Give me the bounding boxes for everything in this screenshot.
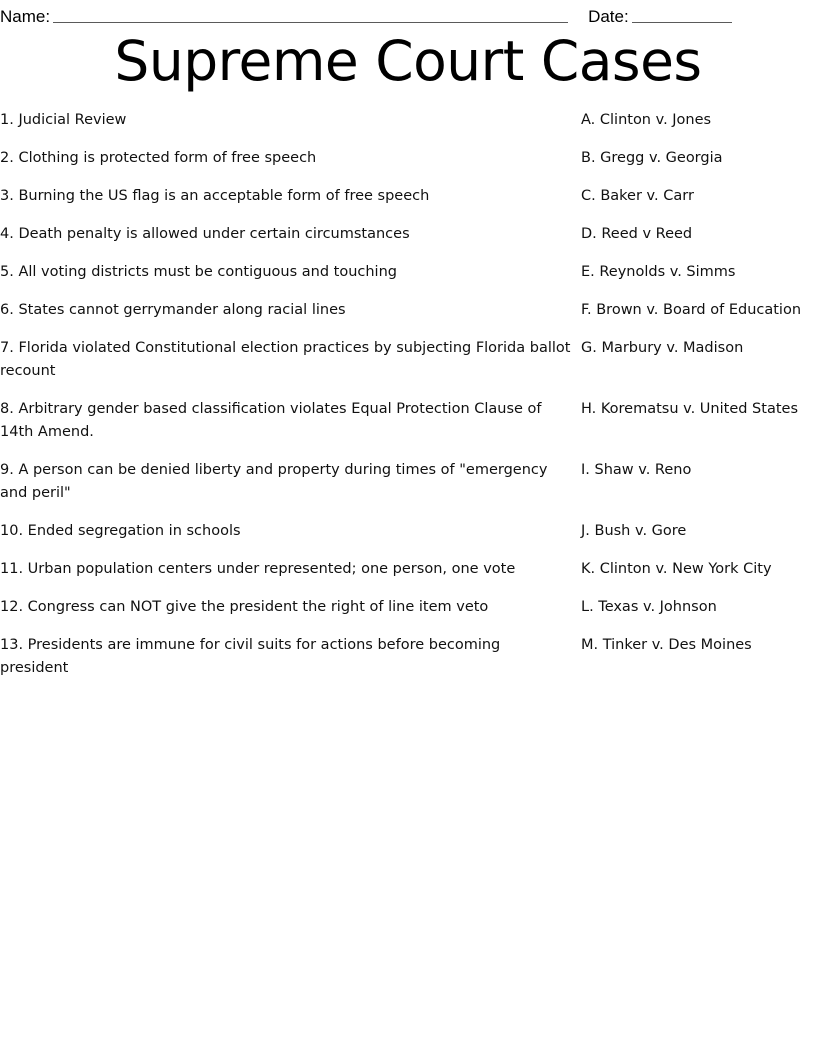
matching-list: 1. Judicial Review A. Clinton v. Jones 2. …: [0, 109, 816, 695]
answer-choice[interactable]: I. Shaw v. Reno: [575, 459, 816, 482]
question-prompt[interactable]: 7. Florida violated Constitutional elect…: [0, 337, 575, 383]
matching-row: 6. States cannot gerrymander along racia…: [0, 299, 816, 322]
date-input-blank[interactable]: [631, 4, 732, 23]
question-prompt[interactable]: 8. Arbitrary gender based classification…: [0, 398, 575, 444]
name-label: Name:: [0, 7, 51, 26]
worksheet-page: Name: Date: Supreme Court Cases 1. Judic…: [0, 0, 816, 1056]
date-label: Date:: [588, 7, 629, 26]
answer-choice[interactable]: F. Brown v. Board of Education: [575, 299, 816, 322]
question-prompt[interactable]: 10. Ended segregation in schools: [0, 520, 575, 543]
matching-row: 3. Burning the US flag is an acceptable …: [0, 185, 816, 208]
question-prompt[interactable]: 11. Urban population centers under repre…: [0, 558, 575, 581]
question-prompt[interactable]: 13. Presidents are immune for civil suit…: [0, 634, 575, 680]
answer-choice[interactable]: M. Tinker v. Des Moines: [575, 634, 816, 657]
matching-row: 1. Judicial Review A. Clinton v. Jones: [0, 109, 816, 132]
question-prompt[interactable]: 6. States cannot gerrymander along racia…: [0, 299, 575, 322]
matching-row: 8. Arbitrary gender based classification…: [0, 398, 816, 444]
question-prompt[interactable]: 1. Judicial Review: [0, 109, 575, 132]
matching-row: 12. Congress can NOT give the president …: [0, 596, 816, 619]
answer-choice[interactable]: H. Korematsu v. United States: [575, 398, 816, 421]
question-prompt[interactable]: 9. A person can be denied liberty and pr…: [0, 459, 575, 505]
matching-row: 7. Florida violated Constitutional elect…: [0, 337, 816, 383]
answer-choice[interactable]: C. Baker v. Carr: [575, 185, 816, 208]
question-prompt[interactable]: 3. Burning the US flag is an acceptable …: [0, 185, 575, 208]
matching-row: 11. Urban population centers under repre…: [0, 558, 816, 581]
matching-row: 10. Ended segregation in schools J. Bush …: [0, 520, 816, 543]
name-input-blank[interactable]: [53, 4, 569, 23]
page-title: Supreme Court Cases: [114, 29, 702, 93]
matching-row: 13. Presidents are immune for civil suit…: [0, 634, 816, 680]
answer-choice[interactable]: J. Bush v. Gore: [575, 520, 816, 543]
matching-row: 2. Clothing is protected form of free sp…: [0, 147, 816, 170]
name-date-header: Name: Date:: [0, 0, 816, 26]
answer-choice[interactable]: E. Reynolds v. Simms: [575, 261, 816, 284]
answer-choice[interactable]: B. Gregg v. Georgia: [575, 147, 816, 170]
question-prompt[interactable]: 5. All voting districts must be contiguo…: [0, 261, 575, 284]
question-prompt[interactable]: 2. Clothing is protected form of free sp…: [0, 147, 575, 170]
matching-row: 4. Death penalty is allowed under certai…: [0, 223, 816, 246]
question-prompt[interactable]: 4. Death penalty is allowed under certai…: [0, 223, 575, 246]
answer-choice[interactable]: K. Clinton v. New York City: [575, 558, 816, 581]
answer-choice[interactable]: G. Marbury v. Madison: [575, 337, 816, 360]
answer-choice[interactable]: L. Texas v. Johnson: [575, 596, 816, 619]
matching-row: 9. A person can be denied liberty and pr…: [0, 459, 816, 505]
question-prompt[interactable]: 12. Congress can NOT give the president …: [0, 596, 575, 619]
matching-row: 5. All voting districts must be contiguo…: [0, 261, 816, 284]
answer-choice[interactable]: D. Reed v Reed: [575, 223, 816, 246]
answer-choice[interactable]: A. Clinton v. Jones: [575, 109, 816, 132]
